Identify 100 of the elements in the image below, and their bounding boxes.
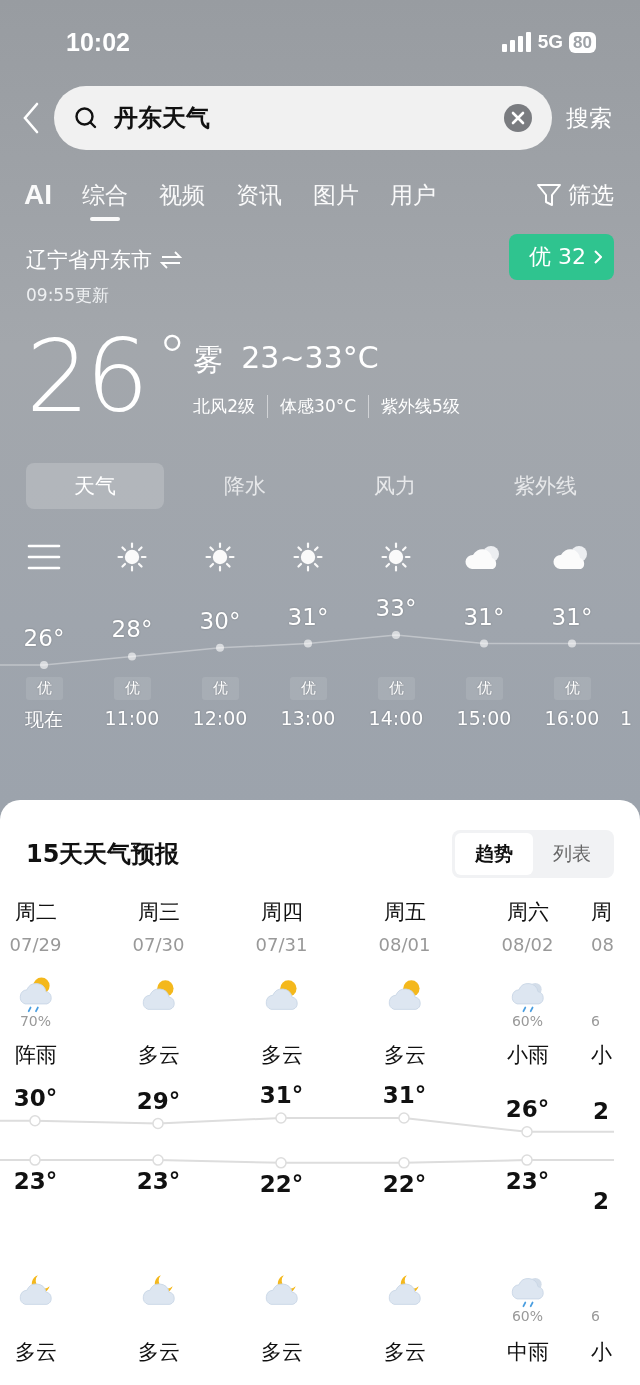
filter-icon [536, 183, 562, 207]
weather-detail: 体感30°C [267, 395, 357, 418]
hour-label: 12:00 [192, 707, 248, 729]
degree-sign: ° [157, 327, 184, 387]
precipitation-chance: 70% [19, 1013, 52, 1031]
low-temperature: 22° [258, 1170, 305, 1197]
filter-button[interactable]: 筛选 [536, 179, 614, 221]
low-temperature: 23° [12, 1168, 59, 1195]
precipitation-chance: 60% [511, 1013, 544, 1031]
hourly-temperature: 31° [462, 603, 506, 630]
temperature-range: 23~33°C [241, 340, 379, 377]
air-quality-tag: 优 [201, 677, 239, 700]
network-label: 5G [537, 31, 564, 53]
hourly-temperature: 33° [374, 595, 418, 621]
hour-label: 15:00 [456, 707, 512, 729]
hourly-tab[interactable]: 紫外线 [476, 463, 614, 509]
hourly-temperature: 28° [110, 616, 154, 643]
hour-label: 现在 [25, 707, 63, 732]
weather-detail: 北风2级 [193, 395, 256, 418]
update-time: 09:55更新 [26, 284, 110, 307]
search-field[interactable]: 丹东天气 [112, 103, 490, 133]
high-temperature: 30° [12, 1084, 59, 1111]
hour-label: 1 [620, 707, 633, 729]
date-label: 08/02 [501, 934, 554, 955]
hourly-temperature: 30° [198, 607, 242, 634]
hour-label: 11:00 [104, 707, 160, 729]
weekday-label: 周二 [14, 899, 57, 926]
day-condition: 阵雨 [14, 1042, 57, 1069]
view-toggle[interactable]: 趋势 [455, 833, 533, 875]
day-condition: 多云 [383, 1042, 426, 1069]
weekday-label: 周三 [137, 899, 180, 926]
day-condition: 多云 [260, 1042, 303, 1069]
city-name: 辽宁省丹东市 [26, 247, 152, 274]
hourly-temperature: 26° [22, 625, 66, 651]
night-condition: 多云 [14, 1339, 57, 1366]
low-temperature: 23° [504, 1168, 551, 1195]
battery-level: 80 [569, 31, 596, 53]
clear-icon[interactable] [504, 104, 532, 132]
low-temperature: 22° [381, 1170, 428, 1197]
air-quality-tag: 优 [553, 677, 591, 700]
hourly-temperature: 31° [550, 603, 594, 630]
weather-detail: 紫外线5级 [368, 395, 460, 418]
hourly-temperature: 31° [286, 603, 330, 630]
weekday-label: 周五 [383, 899, 426, 926]
high-temperature: 31° [258, 1082, 305, 1108]
view-toggle[interactable]: 列表 [533, 833, 611, 875]
chevron-icon [594, 250, 602, 264]
hour-label: 14:00 [368, 707, 424, 729]
date-label: 07/31 [255, 934, 308, 955]
day-condition: 小雨 [506, 1042, 549, 1069]
precipitation-chance: 6 [591, 1308, 600, 1326]
current-temperature: 26 [26, 327, 146, 427]
hourly-tab[interactable]: 降水 [176, 463, 314, 509]
night-condition: 多云 [137, 1339, 180, 1366]
search-tab[interactable]: 视频 [159, 179, 205, 221]
hour-label: 13:00 [280, 707, 336, 729]
search-tab[interactable]: 图片 [313, 179, 359, 221]
forecast-title: 15天天气预报 [26, 839, 180, 870]
high-temperature: 29° [135, 1087, 182, 1114]
air-quality-tag: 优 [465, 677, 503, 700]
weekday-label: 周 [591, 899, 612, 926]
night-condition: 中雨 [506, 1339, 549, 1366]
date-label: 08 [591, 934, 614, 955]
air-quality-tag: 优 [377, 677, 415, 700]
search-button[interactable]: 搜索 [566, 102, 612, 134]
date-label: 07/30 [132, 934, 185, 955]
air-quality-tag: 优 [25, 677, 63, 700]
search-icon [74, 106, 98, 130]
hourly-tab[interactable]: 天气 [26, 463, 164, 509]
low-temperature: 23° [135, 1168, 182, 1195]
day-condition: 小 [591, 1042, 612, 1069]
weather-condition: 雾 [193, 341, 224, 379]
search-tab[interactable]: 综合 [82, 179, 128, 221]
date-label: 07/29 [9, 934, 62, 955]
search-bar[interactable]: 丹东天气 [54, 86, 552, 150]
high-temperature: 2 [593, 1098, 610, 1124]
hourly-tab[interactable]: 风力 [326, 463, 464, 509]
day-condition: 多云 [137, 1042, 180, 1069]
hour-label: 16:00 [544, 707, 600, 729]
weekday-label: 周六 [506, 899, 549, 926]
precipitation-chance: 60% [511, 1308, 544, 1326]
night-condition: 多云 [260, 1339, 303, 1366]
high-temperature: 31° [381, 1082, 428, 1108]
air-quality-tag: 优 [113, 677, 151, 700]
precipitation-chance: 6 [591, 1013, 600, 1031]
date-label: 08/01 [378, 934, 431, 955]
low-temperature: 2 [593, 1188, 610, 1214]
search-tab[interactable]: 资讯 [236, 179, 282, 221]
air-quality-tag: 优 [289, 677, 327, 700]
status-time: 10:02 [66, 27, 131, 57]
search-tab[interactable]: 用户 [390, 179, 436, 221]
back-icon[interactable] [22, 102, 40, 134]
signal-icon [501, 32, 532, 52]
switch-icon[interactable] [160, 251, 182, 269]
search-tab[interactable]: AI [24, 179, 52, 221]
night-condition: 小 [591, 1339, 612, 1366]
high-temperature: 26° [504, 1095, 551, 1122]
weekday-label: 周四 [260, 899, 303, 926]
aqi-badge[interactable]: 优 32 [509, 234, 614, 280]
night-condition: 多云 [383, 1339, 426, 1366]
